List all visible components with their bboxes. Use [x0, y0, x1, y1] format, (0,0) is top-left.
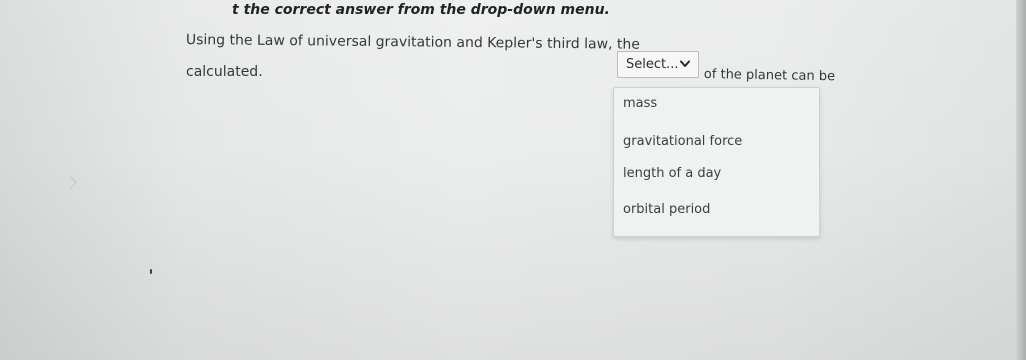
- answer-select[interactable]: Select...: [617, 51, 699, 78]
- faint-arrow-mark: [64, 176, 77, 189]
- question-text-line1: Using the Law of universal gravitation a…: [185, 32, 641, 53]
- option-gravitational-force[interactable]: gravitational force: [623, 134, 742, 149]
- question-text-suffix: of the planet can be: [703, 67, 836, 85]
- screen-glare: [0, 0, 1026, 360]
- option-mass[interactable]: mass: [623, 96, 657, 111]
- screen-mark: [150, 269, 152, 274]
- screen-edge: [1016, 0, 1026, 360]
- select-label: Select...: [626, 57, 679, 72]
- option-orbital-period[interactable]: orbital period: [623, 202, 710, 217]
- chevron-down-icon: [680, 60, 690, 67]
- question-text-line2: calculated.: [186, 64, 263, 80]
- instruction-text: t the correct answer from the drop-down …: [232, 2, 610, 18]
- option-length-of-a-day[interactable]: length of a day: [623, 166, 721, 181]
- dropdown-menu: mass gravitational force length of a day…: [613, 87, 820, 237]
